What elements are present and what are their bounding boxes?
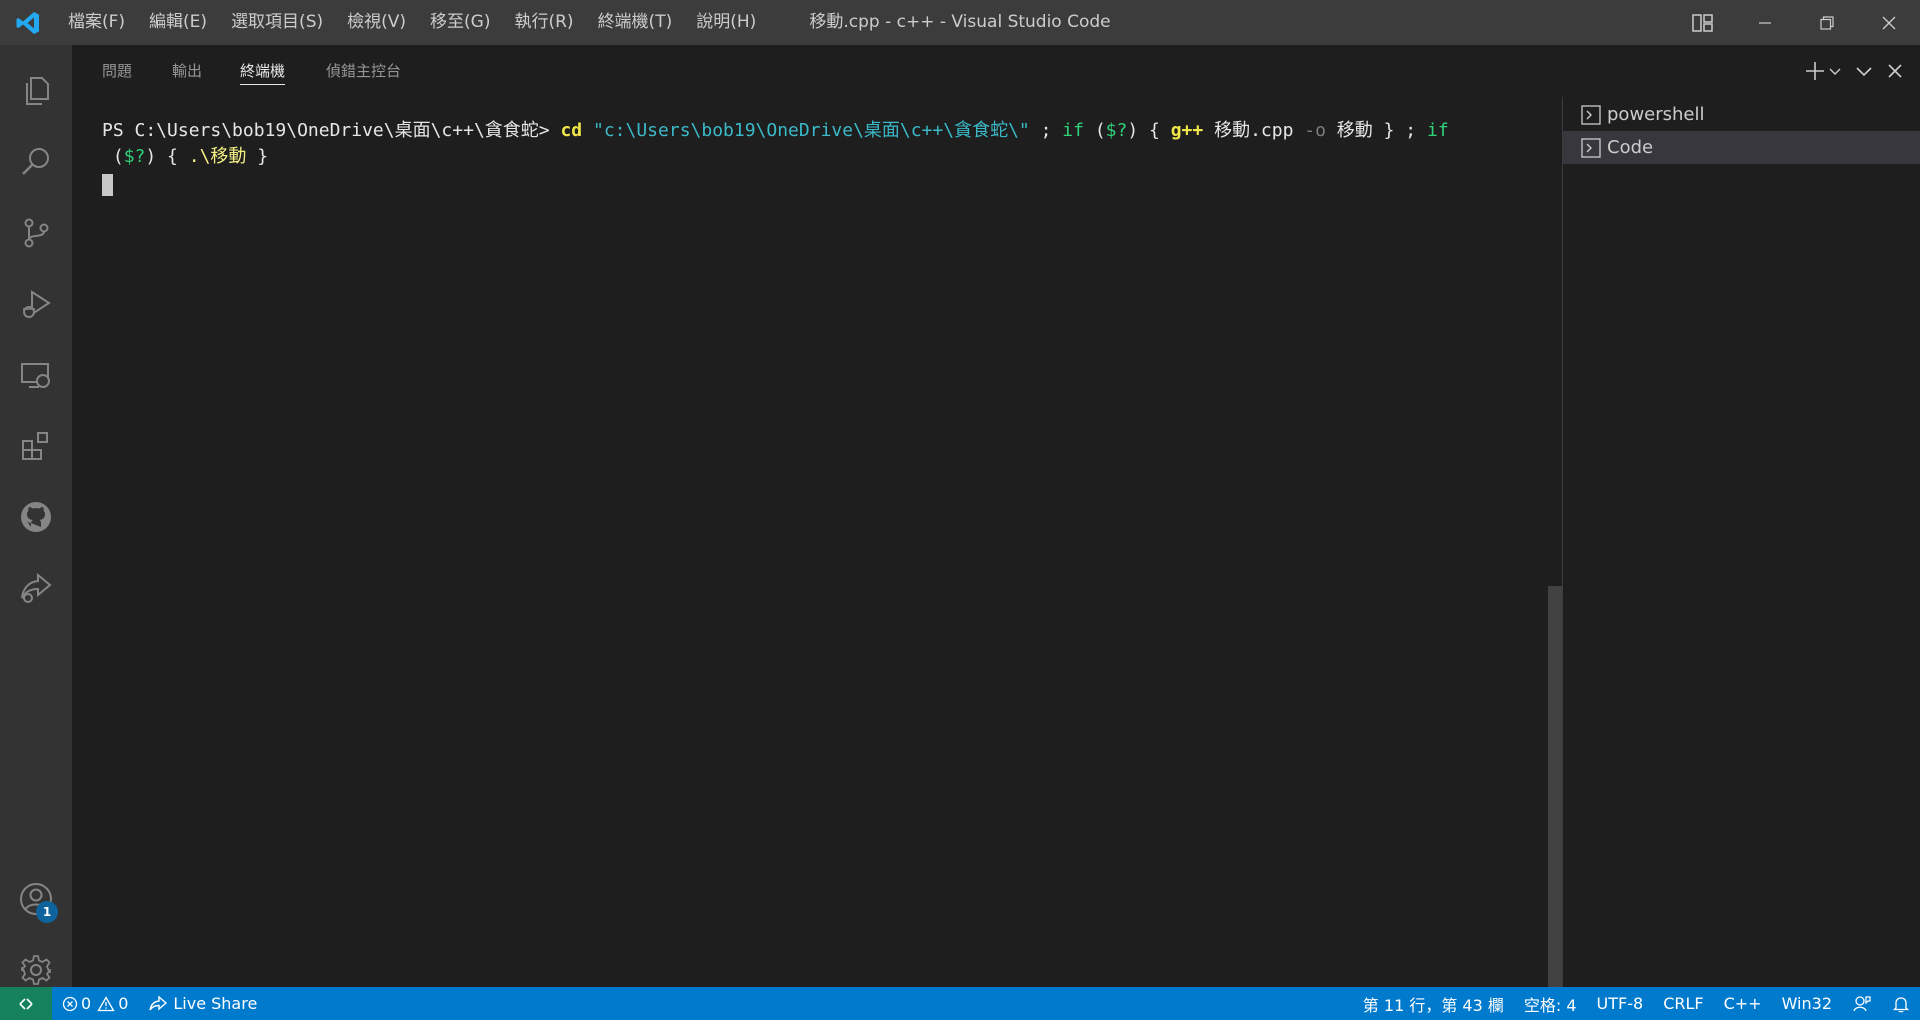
terminal-list: powershell Code [1562,97,1920,987]
problems-status-button[interactable]: 0 0 [52,987,138,1020]
menu-bar: 檔案(F) 編輯(E) 選取項目(S) 檢視(V) 移至(G) 執行(R) 終端… [56,0,768,45]
bell-icon [1892,996,1910,1012]
terminal-text: 移動.cpp [1203,120,1305,141]
terminal-exe: .\移動 [188,146,247,167]
menu-selection[interactable]: 選取項目(S) [219,0,335,45]
terminal-text: ( [1083,120,1106,141]
terminal-icon [1581,104,1601,125]
github-icon[interactable] [0,483,72,551]
warning-icon [97,995,115,1011]
terminal-line [102,170,1562,196]
cursor-position-button[interactable]: 第 11 行，第 43 欄 [1353,987,1514,1020]
chevron-down-icon [1856,67,1872,77]
platform-button[interactable]: Win32 [1772,987,1842,1020]
eol-button[interactable]: CRLF [1653,987,1713,1020]
menu-edit[interactable]: 編輯(E) [137,0,219,45]
live-share-label: Live Share [173,994,258,1013]
terminal-text: 移動 } ; [1325,120,1427,141]
title-bar: 檔案(F) 編輯(E) 選取項目(S) 檢視(V) 移至(G) 執行(R) 終端… [0,0,1920,45]
live-share-icon[interactable] [0,554,72,622]
close-window-button[interactable] [1858,0,1920,45]
extensions-icon[interactable] [0,412,72,480]
plus-icon [1806,62,1824,80]
terminal-variable: $? [123,146,146,167]
encoding-button[interactable]: UTF-8 [1587,987,1654,1020]
window-controls [1672,0,1920,45]
terminal-text: ; [1029,120,1063,141]
error-icon [62,996,78,1011]
status-bar-right: 第 11 行，第 43 欄 空格: 4 UTF-8 CRLF C++ Win32 [1353,987,1920,1020]
terminal-cmd-path: "c:\Users\bob19\OneDrive\桌面\c++\貪食蛇\" [582,120,1030,141]
remote-icon [19,997,33,1010]
live-share-status-button[interactable]: Live Share [138,987,267,1020]
search-icon[interactable] [0,128,72,196]
activity-bar: 1 [0,45,72,987]
status-bar: 0 0 Live Share 第 11 行，第 43 欄 空格: 4 UTF-8… [0,987,1920,1020]
layout-icon [1692,13,1713,32]
run-debug-icon[interactable] [0,270,72,338]
terminal-flag: -o [1304,120,1326,141]
terminal-keyword-if: if [1062,120,1084,141]
terminal-keyword-if: if [1426,120,1449,141]
terminal-cmd-cd: cd [560,120,583,141]
warning-count: 0 [118,994,129,1013]
menu-file[interactable]: 檔案(F) [56,0,137,45]
new-terminal-button[interactable] [1798,45,1848,97]
live-share-icon [149,994,168,1011]
terminal-text: ( [102,146,124,167]
close-icon [1882,16,1896,29]
minimize-button[interactable] [1734,0,1796,45]
tab-output[interactable]: 輸出 [172,45,202,97]
close-icon [1888,64,1902,78]
tab-problems[interactable]: 問題 [102,45,132,97]
accounts-badge: 1 [36,901,58,923]
menu-help[interactable]: 說明(H) [684,0,768,45]
terminal-list-item-code[interactable]: Code [1563,131,1920,164]
accounts-icon[interactable]: 1 [0,865,72,933]
menu-terminal[interactable]: 終端機(T) [586,0,685,45]
explorer-icon[interactable] [0,57,72,125]
feedback-button[interactable] [1842,987,1882,1020]
terminal-cursor [102,174,113,196]
menu-view[interactable]: 檢視(V) [335,0,418,45]
remote-explorer-icon[interactable] [0,341,72,409]
indentation-button[interactable]: 空格: 4 [1514,987,1587,1020]
terminal-list-label: powershell [1607,104,1705,125]
terminal-variable: $? [1105,120,1128,141]
terminal-scrollbar-thumb[interactable] [1548,586,1562,987]
remote-indicator-button[interactable] [0,987,52,1020]
panel-actions [1798,45,1920,97]
terminal-text: ) { [1127,120,1171,141]
restore-icon [1820,15,1834,30]
close-panel-button[interactable] [1880,45,1910,97]
minimize-icon [1759,21,1771,24]
customize-layout-button[interactable] [1672,0,1734,45]
terminal-text: } [246,146,269,167]
terminal-output[interactable]: PS C:\Users\bob19\OneDrive\桌面\c++\貪食蛇> c… [72,97,1562,987]
menu-go[interactable]: 移至(G) [418,0,502,45]
terminal-prompt: PS C:\Users\bob19\OneDrive\桌面\c++\貪食蛇> [102,120,561,141]
language-mode-button[interactable]: C++ [1714,987,1772,1020]
notifications-button[interactable] [1882,987,1920,1020]
chevron-down-icon [1829,68,1841,75]
feedback-icon [1853,995,1871,1011]
terminal-icon [1581,137,1601,158]
maximize-panel-button[interactable] [1848,45,1880,97]
terminal-line: PS C:\Users\bob19\OneDrive\桌面\c++\貪食蛇> c… [102,118,1562,144]
restore-button[interactable] [1796,0,1858,45]
terminal-text: ) { [145,146,189,167]
terminal-list-label: Code [1607,137,1654,158]
menu-run[interactable]: 執行(R) [502,0,585,45]
panel-header: 問題 輸出 終端機 偵錯主控台 [72,45,1920,97]
tab-debug-console[interactable]: 偵錯主控台 [326,45,401,97]
error-count: 0 [81,994,92,1013]
tab-terminal[interactable]: 終端機 [240,45,286,97]
source-control-icon[interactable] [0,199,72,267]
terminal-line: ($?) { .\移動 } [102,144,1562,170]
terminal-list-item-powershell[interactable]: powershell [1563,98,1920,131]
terminal-cmd-gpp: g++ [1170,120,1204,141]
vscode-logo-icon[interactable] [0,0,56,45]
